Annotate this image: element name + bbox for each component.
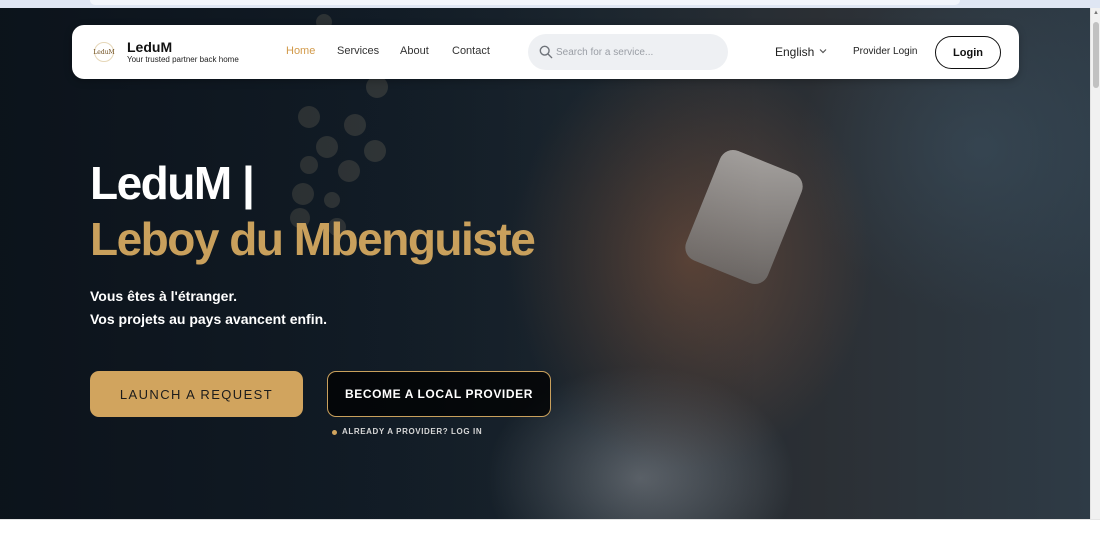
provider-login-link[interactable]: Provider Login <box>853 46 917 57</box>
become-provider-button[interactable]: BECOME A LOCAL PROVIDER <box>327 371 551 417</box>
leduM-logo-icon[interactable]: LeduM <box>93 42 115 62</box>
search-icon[interactable] <box>539 45 553 59</box>
nav-about[interactable]: About <box>400 45 429 57</box>
nav-contact[interactable]: Contact <box>452 45 490 57</box>
brand-tagline: Your trusted partner back home <box>127 55 239 64</box>
hero-tagline-line1: Vous êtes à l'étranger. <box>90 288 238 304</box>
logo-mark-text: LeduM <box>93 48 115 56</box>
browser-top-strip <box>0 0 1100 8</box>
search-input[interactable] <box>556 42 716 62</box>
scroll-up-arrow-icon[interactable]: ▲ <box>1093 10 1099 16</box>
bullet-dot-icon <box>332 430 337 435</box>
hero-subtitle: Leboy du Mbenguiste <box>90 213 536 265</box>
already-provider-login-link[interactable]: ALREADY A PROVIDER? LOG IN <box>342 427 482 436</box>
launch-request-button[interactable]: LAUNCH A REQUEST <box>90 371 303 417</box>
chevron-down-icon[interactable] <box>818 46 828 56</box>
page-bottom-strip <box>0 519 1100 537</box>
address-bar[interactable] <box>90 0 960 5</box>
hero-title: LeduM | <box>90 157 255 209</box>
hero-tagline-line2: Vos projets au pays avancent enfin. <box>90 311 328 327</box>
login-button[interactable]: Login <box>935 36 1001 69</box>
language-selector[interactable]: English <box>775 45 814 59</box>
vertical-scrollbar[interactable]: ▲ <box>1090 8 1100 519</box>
scrollbar-thumb[interactable] <box>1093 22 1099 88</box>
search-bar[interactable] <box>528 34 728 70</box>
top-navbar: LeduM LeduM Your trusted partner back ho… <box>72 25 1019 79</box>
nav-services[interactable]: Services <box>337 45 379 57</box>
brand-name[interactable]: LeduM <box>127 39 172 55</box>
nav-home[interactable]: Home <box>286 45 315 57</box>
